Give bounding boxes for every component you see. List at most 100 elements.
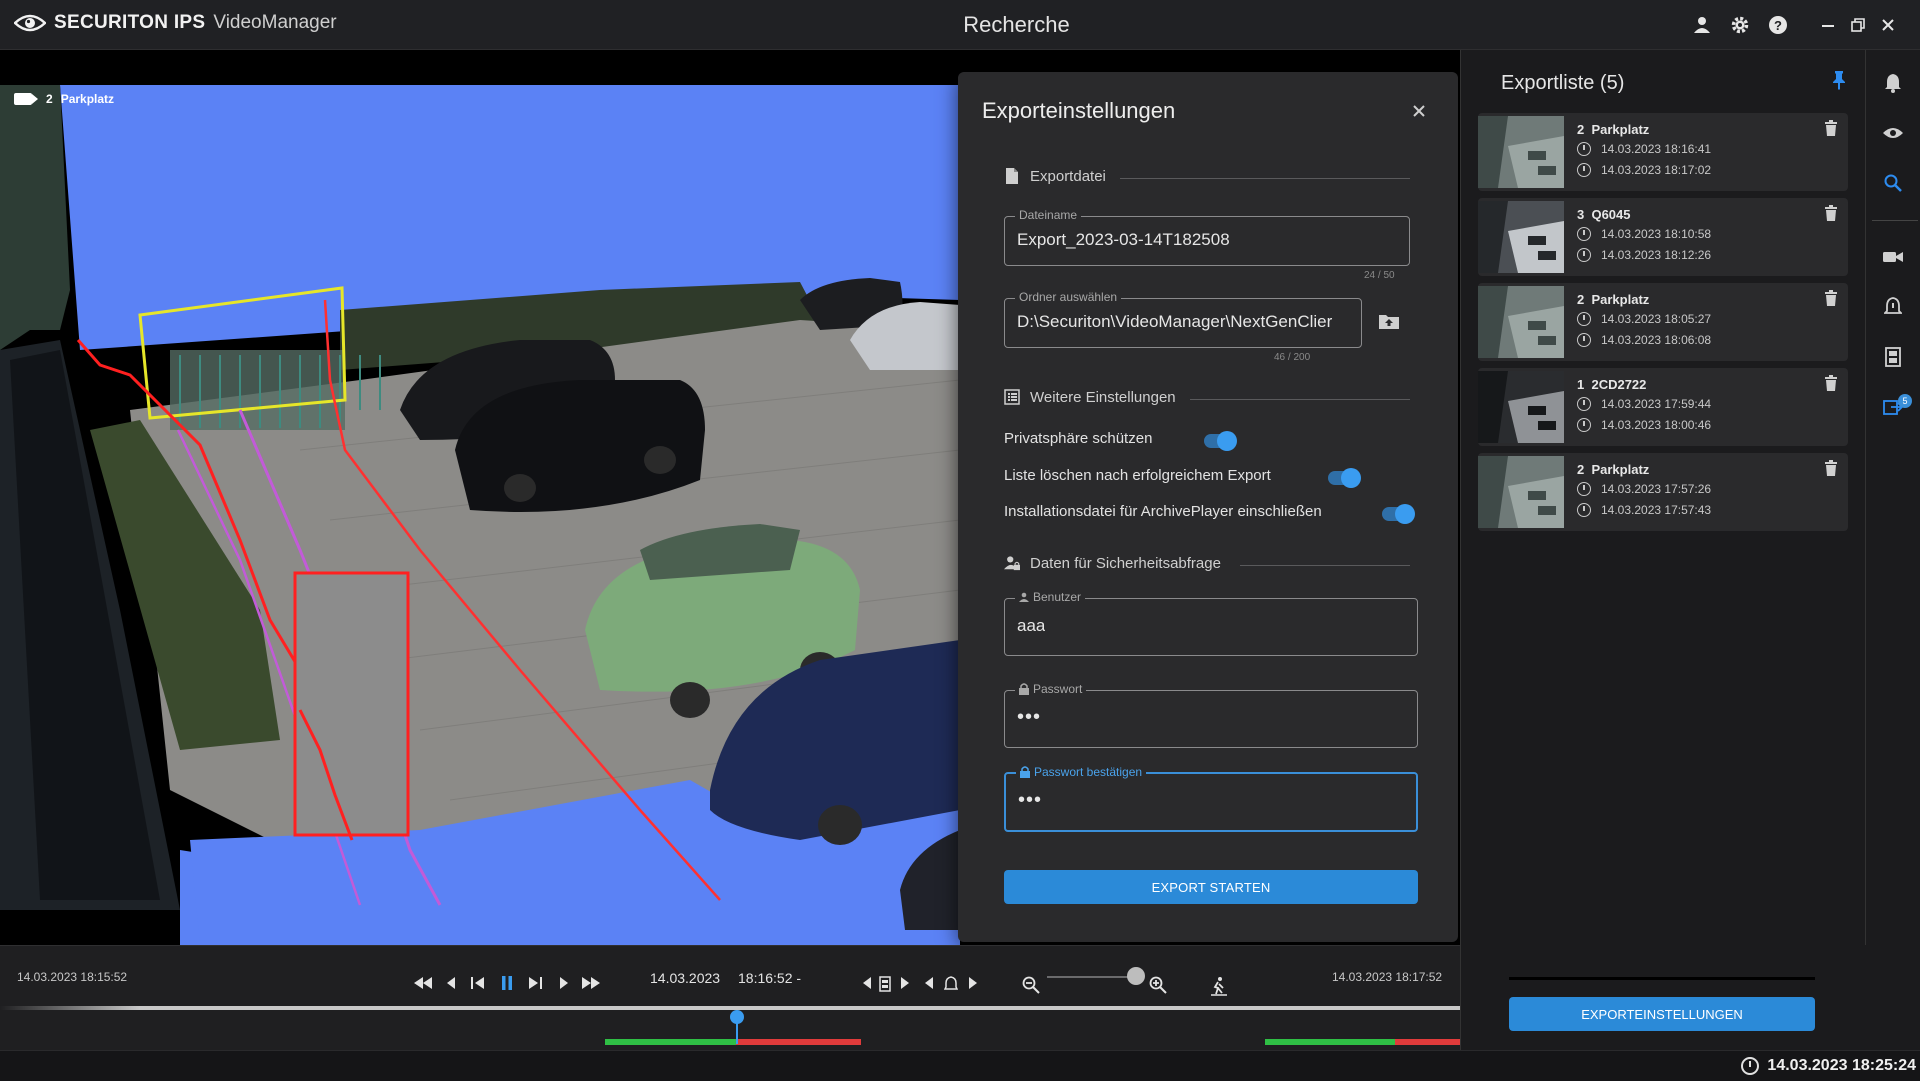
folder-value: D:\Securiton\VideoManager\NextGenClier	[1017, 312, 1333, 331]
export-item-end: 14.03.2023 18:00:46	[1577, 418, 1711, 432]
folder-upload-icon[interactable]	[1378, 312, 1402, 332]
toggle-knob	[1395, 504, 1415, 524]
zoom-slider-thumb[interactable]	[1127, 967, 1145, 985]
close-window-icon[interactable]	[1876, 13, 1900, 37]
frame-back-icon[interactable]	[467, 976, 489, 993]
toggle-privacy[interactable]	[1204, 431, 1237, 451]
export-list-item[interactable]: 2 Parkplatz 14.03.2023 18:16:41 14.03.2023…	[1478, 113, 1848, 191]
toggle-clear-list[interactable]	[1328, 468, 1361, 488]
lock-icon	[1020, 766, 1030, 778]
export-list-item[interactable]: 1 2CD2722 14.03.2023 17:59:44 14.03.2023 1…	[1478, 368, 1848, 446]
close-icon[interactable]	[1408, 100, 1430, 122]
filename-value: Export_2023-03-14T182508	[1017, 230, 1230, 249]
camera-label: 2 Parkplatz	[14, 92, 114, 106]
zoom-slider-track[interactable]	[1047, 976, 1133, 978]
export-thumbnail	[1478, 286, 1564, 358]
timeline-track[interactable]	[0, 1006, 1460, 1010]
export-settings-button[interactable]: EXPORTEINSTELLUNGEN	[1509, 997, 1815, 1031]
trash-icon[interactable]	[1824, 120, 1838, 136]
dialog-title: Exporteinstellungen	[982, 98, 1176, 123]
eye-logo-icon	[14, 14, 46, 32]
export-progress-track	[1509, 977, 1815, 980]
username-label: Benutzer	[1033, 590, 1082, 604]
file-icon	[1004, 167, 1020, 185]
search-icon[interactable]	[1880, 170, 1906, 196]
zoom-out-icon[interactable]	[1020, 976, 1042, 998]
fast-rewind-icon[interactable]	[412, 976, 434, 993]
trash-icon[interactable]	[1824, 205, 1838, 221]
export-item-name: Parkplatz	[1591, 122, 1650, 137]
export-count-badge: 5	[1898, 394, 1912, 408]
trash-icon[interactable]	[1824, 290, 1838, 306]
bookmark-list-icon[interactable]	[874, 976, 896, 996]
start-clock-icon	[1577, 312, 1591, 326]
export-thumbnail	[1478, 371, 1564, 443]
zoom-in-icon[interactable]	[1147, 976, 1169, 998]
trash-icon[interactable]	[1824, 375, 1838, 391]
toggle-archiveplayer-label: Installationsdatei für ArchivePlayer ein…	[1004, 503, 1322, 520]
start-clock-icon	[1577, 482, 1591, 496]
start-clock-icon	[1577, 397, 1591, 411]
export-list-item[interactable]: 2 Parkplatz 14.03.2023 17:57:26 14.03.2023…	[1478, 453, 1848, 531]
bell-icon[interactable]	[1880, 70, 1906, 96]
play-icon[interactable]	[553, 976, 575, 993]
filename-field[interactable]: Dateiname Export_2023-03-14T182508	[1004, 208, 1410, 266]
export-item-start-text: 14.03.2023 17:57:26	[1601, 482, 1712, 496]
alarm-bell-icon[interactable]	[1880, 294, 1906, 320]
camera-icon[interactable]	[1880, 244, 1906, 270]
password-field[interactable]: Passwort •••	[1004, 682, 1418, 748]
password-legend: Passwort	[1015, 682, 1087, 696]
export-list-item[interactable]: 3 Q6045 14.03.2023 18:10:58 14.03.2023 18:…	[1478, 198, 1848, 276]
export-item-title: 1 2CD2722	[1577, 377, 1646, 392]
title-bar: SECURITON IPS VideoManager Recherche ?	[0, 0, 1920, 50]
frame-forward-icon[interactable]	[524, 976, 546, 993]
pause-icon[interactable]	[496, 976, 518, 994]
video-viewport[interactable]: 2 Parkplatz Exporteinstellungen Exportda…	[0, 50, 1460, 945]
user-small-icon	[1019, 592, 1029, 602]
settings-gear-icon[interactable]	[1728, 13, 1752, 37]
status-bar: 14.03.2023 18:25:24	[0, 1050, 1920, 1081]
playhead-handle[interactable]	[730, 1010, 744, 1024]
export-item-end-text: 14.03.2023 18:17:02	[1601, 163, 1712, 177]
export-item-start: 14.03.2023 18:05:27	[1577, 312, 1711, 326]
password-label: Passwort	[1033, 682, 1083, 696]
next-alarm-icon[interactable]	[962, 976, 984, 993]
timeline-end-time: 14.03.2023 18:17:52	[1332, 970, 1443, 984]
toggle-knob	[1217, 431, 1237, 451]
export-item-end-text: 14.03.2023 18:12:26	[1601, 248, 1712, 262]
svg-text:?: ?	[1774, 18, 1782, 33]
username-field[interactable]: Benutzer aaa	[1004, 590, 1418, 656]
export-item-end-text: 14.03.2023 18:06:08	[1601, 333, 1712, 347]
next-bookmark-icon[interactable]	[894, 976, 916, 993]
rail-divider	[1872, 220, 1918, 221]
user-icon[interactable]	[1690, 13, 1714, 37]
section-exportfile-label: Exportdatei	[1030, 167, 1106, 185]
toggle-knob	[1341, 468, 1361, 488]
help-icon[interactable]: ?	[1766, 13, 1790, 37]
folder-field[interactable]: Ordner auswählen D:\Securiton\VideoManag…	[1004, 290, 1362, 348]
trash-icon[interactable]	[1824, 460, 1838, 476]
motion-search-icon[interactable]	[1208, 976, 1230, 1000]
clock-icon	[1741, 1057, 1760, 1075]
section-more-settings: Weitere Einstellungen	[1004, 388, 1176, 406]
fast-forward-icon[interactable]	[580, 976, 602, 993]
eye-icon[interactable]	[1880, 120, 1906, 146]
status-datetime: 14.03.2023 18:25:24	[1741, 1057, 1916, 1075]
export-item-start: 14.03.2023 17:59:44	[1577, 397, 1711, 411]
export-item-start: 14.03.2023 17:57:26	[1577, 482, 1711, 496]
step-back-icon[interactable]	[440, 976, 462, 993]
export-item-end-text: 14.03.2023 17:57:43	[1601, 503, 1712, 517]
video-camera-icon	[14, 93, 38, 105]
end-clock-icon	[1577, 248, 1591, 262]
minimize-icon[interactable]	[1816, 13, 1840, 37]
restore-icon[interactable]	[1846, 13, 1870, 37]
password-confirm-field[interactable]: Passwort bestätigen •••	[1004, 765, 1418, 832]
export-item-end-text: 14.03.2023 18:00:46	[1601, 418, 1712, 432]
film-strip-icon[interactable]	[1880, 344, 1906, 370]
export-start-button[interactable]: EXPORT STARTEN	[1004, 870, 1418, 904]
toggle-archiveplayer[interactable]	[1382, 504, 1415, 524]
export-list-item[interactable]: 2 Parkplatz 14.03.2023 18:05:27 14.03.2023…	[1478, 283, 1848, 361]
prev-alarm-icon[interactable]	[918, 976, 940, 993]
pin-icon[interactable]	[1831, 70, 1851, 92]
alarm-icon[interactable]	[940, 976, 962, 996]
